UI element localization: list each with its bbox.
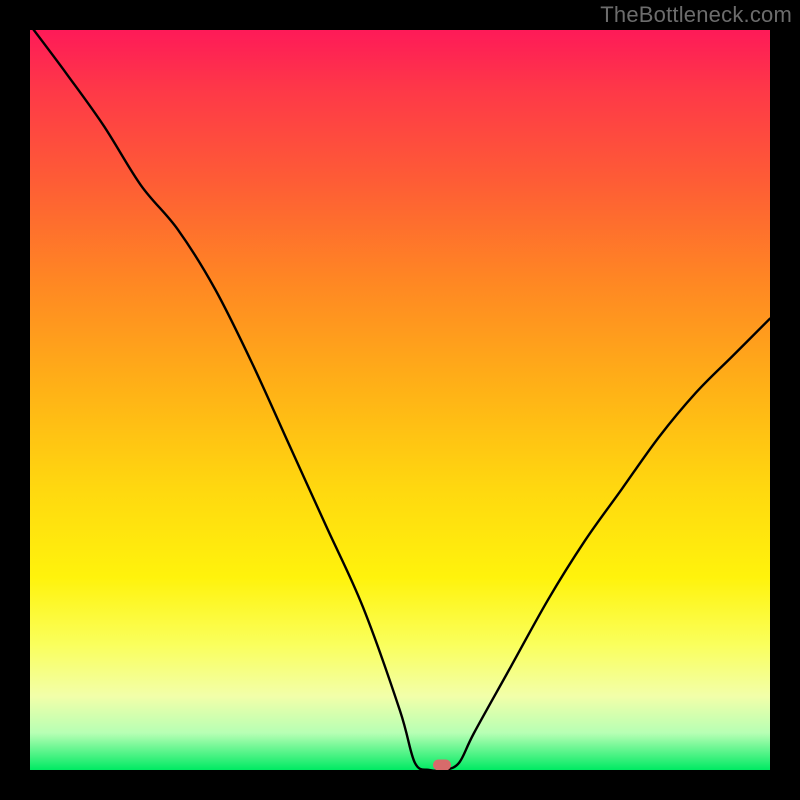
watermark-label: TheBottleneck.com <box>600 2 792 28</box>
optimal-point-marker <box>433 760 451 771</box>
chart-frame: TheBottleneck.com <box>0 0 800 800</box>
plot-area <box>30 30 770 770</box>
bottleneck-curve <box>30 30 770 770</box>
